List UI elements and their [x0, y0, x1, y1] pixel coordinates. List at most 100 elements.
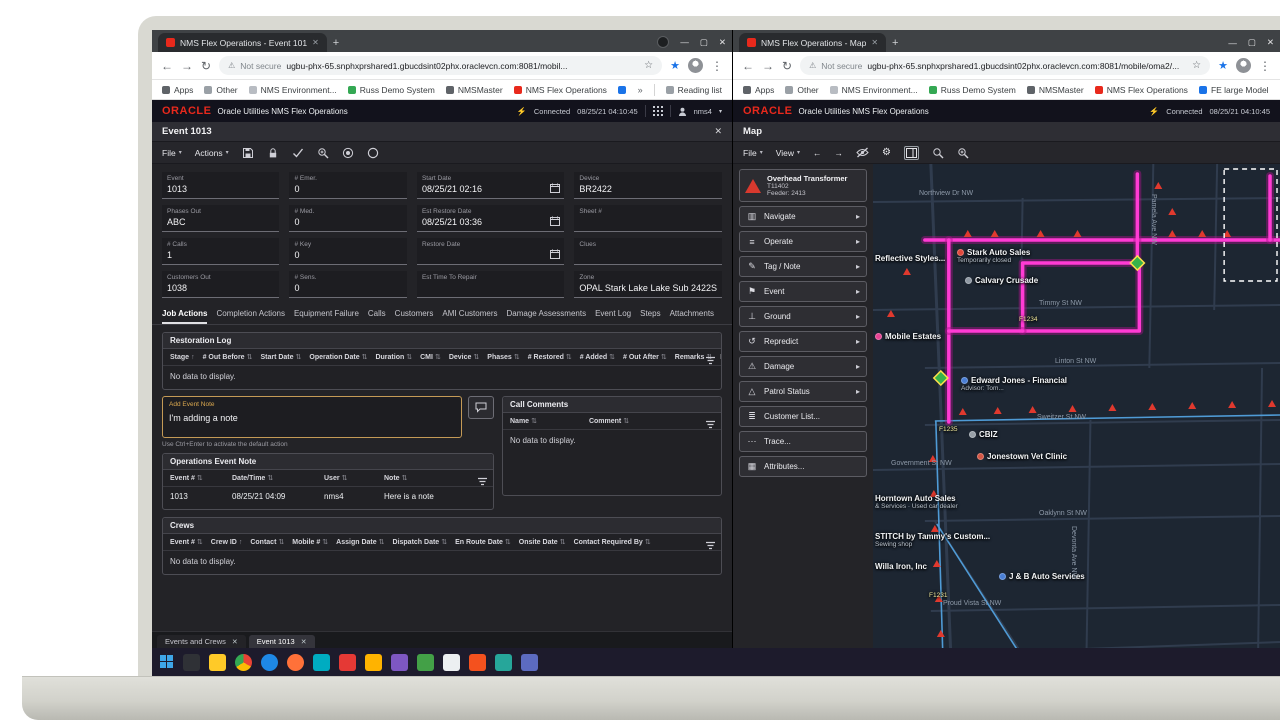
new-tab-button[interactable]: +: [333, 37, 339, 49]
event-tab[interactable]: Attachments: [670, 309, 714, 324]
url-text[interactable]: ugbu-phx-65.snphxprshared1.gbucdsint02ph…: [286, 61, 567, 71]
zoom-in-icon[interactable]: [957, 147, 969, 159]
event-tab[interactable]: Customers: [395, 309, 434, 324]
file-menu[interactable]: File▾: [743, 148, 763, 158]
workspace-tab[interactable]: Event 1013 ✕: [249, 635, 315, 648]
taskbar-app-icon[interactable]: [469, 654, 486, 671]
calendar-icon[interactable]: [550, 180, 560, 198]
column-header[interactable]: En Route Date⇅: [455, 538, 511, 546]
panel-toggle-icon[interactable]: [904, 146, 919, 160]
close-button[interactable]: ✕: [1267, 37, 1274, 48]
column-header[interactable]: Stage↑: [170, 354, 195, 361]
form-field[interactable]: # Sens. 0: [289, 271, 406, 298]
add-note-input[interactable]: [169, 413, 455, 423]
file-menu[interactable]: File▾: [162, 148, 182, 158]
map-tool-button[interactable]: ✎ Tag / Note ▸: [739, 256, 867, 277]
column-header[interactable]: Name⇅: [510, 417, 537, 425]
column-header[interactable]: Comment⇅: [589, 417, 629, 425]
new-tab-button[interactable]: +: [892, 37, 898, 49]
form-field[interactable]: Zone OPAL Stark Lake Lake Sub 2422S: [574, 271, 722, 298]
user-menu[interactable]: nms4: [694, 107, 712, 116]
browser-menu-icon[interactable]: ⋮: [1259, 60, 1271, 72]
column-header[interactable]: Start Date⇅: [260, 353, 301, 361]
event-tab[interactable]: Completion Actions: [216, 309, 284, 324]
filter-icon[interactable]: [477, 474, 488, 492]
profile-badge[interactable]: [657, 36, 669, 48]
minimize-button[interactable]: —: [1228, 38, 1237, 48]
bookmark-item[interactable]: FE large Model: [618, 85, 627, 95]
lock-icon[interactable]: [267, 147, 279, 159]
selection-card[interactable]: Overhead Transformer T11402 Feeder: 2413: [739, 169, 867, 202]
sort-icon[interactable]: ⇅: [247, 353, 253, 361]
reload-icon[interactable]: ↻: [782, 60, 792, 72]
bookmark-item[interactable]: NMS Environment...: [830, 85, 918, 95]
form-field[interactable]: Est Restore Date 08/25/21 03:36: [417, 205, 564, 232]
add-event-note-box[interactable]: Add Event Note: [162, 396, 462, 438]
sort-icon[interactable]: ⇅: [505, 538, 511, 546]
workspace-tab[interactable]: Events and Crews ✕: [157, 635, 246, 648]
bookmark-item[interactable]: Apps: [162, 85, 193, 95]
column-header[interactable]: Crew ID↑: [211, 539, 243, 546]
sort-icon[interactable]: ⇅: [661, 353, 667, 361]
form-field[interactable]: Device BR2422: [574, 172, 722, 199]
form-field[interactable]: Customers Out 1038: [162, 271, 279, 298]
calendar-icon[interactable]: [550, 213, 560, 231]
sort-icon[interactable]: ⇅: [473, 353, 479, 361]
sort-icon[interactable]: ⇅: [362, 353, 368, 361]
column-header[interactable]: Date/Time⇅: [232, 474, 324, 482]
taskbar-app-icon[interactable]: [417, 654, 434, 671]
map-tool-button[interactable]: ⊥ Ground ▸: [739, 306, 867, 327]
browser-tab[interactable]: NMS Flex Operations - Map ✕: [739, 33, 886, 52]
column-header[interactable]: # Restored⇅: [528, 353, 572, 361]
taskbar-app-icon[interactable]: [235, 654, 252, 671]
back-icon[interactable]: ←: [161, 60, 173, 72]
sort-icon[interactable]: ⇅: [379, 538, 385, 546]
sort-icon[interactable]: ⇅: [402, 474, 408, 482]
bookmark-item[interactable]: NMS Flex Operations: [514, 85, 607, 95]
bookmark-item[interactable]: FE large Model: [1199, 85, 1269, 95]
form-field[interactable]: # Emer. 0: [289, 172, 406, 199]
sort-icon[interactable]: ⇅: [197, 474, 203, 482]
browser-avatar[interactable]: [1236, 58, 1251, 73]
column-header[interactable]: Dispatch Date⇅: [393, 538, 448, 546]
column-header[interactable]: Operation Date⇅: [309, 353, 367, 361]
bookmark-item[interactable]: NMS Flex Operations: [1095, 85, 1188, 95]
sort-icon[interactable]: ⇅: [406, 353, 412, 361]
filter-icon[interactable]: [705, 353, 716, 366]
sort-icon[interactable]: ⇅: [623, 417, 629, 425]
ops-note-row[interactable]: 101308/25/21 04:09nms4Here is a note: [163, 487, 493, 509]
map-settings-icon[interactable]: ⚙: [882, 147, 891, 158]
bookmark-item[interactable]: Russ Demo System: [348, 85, 435, 95]
form-field[interactable]: Start Date 08/25/21 02:16: [417, 172, 564, 199]
form-field[interactable]: Event 1013: [162, 172, 279, 199]
bookmark-item[interactable]: NMSMaster: [446, 85, 503, 95]
sort-icon[interactable]: ⇅: [560, 538, 566, 546]
hide-layers-icon[interactable]: [856, 147, 869, 158]
taskbar-app-icon[interactable]: [287, 654, 304, 671]
comment-button[interactable]: [468, 396, 494, 419]
taskbar-app-icon[interactable]: [339, 654, 356, 671]
event-tab[interactable]: Event Log: [595, 309, 631, 324]
browser-avatar[interactable]: [688, 58, 703, 73]
bookmarked-star-icon[interactable]: ★: [670, 59, 680, 72]
check-icon[interactable]: [292, 147, 304, 159]
map-back-icon[interactable]: ←: [813, 148, 822, 158]
save-icon[interactable]: [242, 147, 254, 159]
tab-close-icon[interactable]: ✕: [301, 638, 307, 646]
map-tool-button[interactable]: ⋯ Trace...: [739, 431, 867, 452]
bookmark-item[interactable]: NMSMaster: [1027, 85, 1084, 95]
sort-icon[interactable]: ⇅: [531, 417, 537, 425]
column-header[interactable]: CMI⇅: [420, 353, 441, 361]
taskbar-app-icon[interactable]: [391, 654, 408, 671]
column-header[interactable]: Contact⇅: [250, 538, 284, 546]
event-tab[interactable]: Damage Assessments: [506, 309, 586, 324]
column-header[interactable]: Device⇅: [449, 353, 479, 361]
column-header[interactable]: Event #⇅: [720, 353, 721, 361]
form-field[interactable]: Clues: [574, 238, 722, 265]
search-plus-icon[interactable]: [317, 147, 329, 159]
column-header[interactable]: Mobile #⇅: [292, 538, 328, 546]
map-search-icon[interactable]: [932, 147, 944, 159]
tab-close-icon[interactable]: ✕: [312, 38, 319, 47]
sort-icon[interactable]: ↑: [239, 539, 243, 546]
close-event-icon[interactable]: ✕: [714, 126, 722, 137]
